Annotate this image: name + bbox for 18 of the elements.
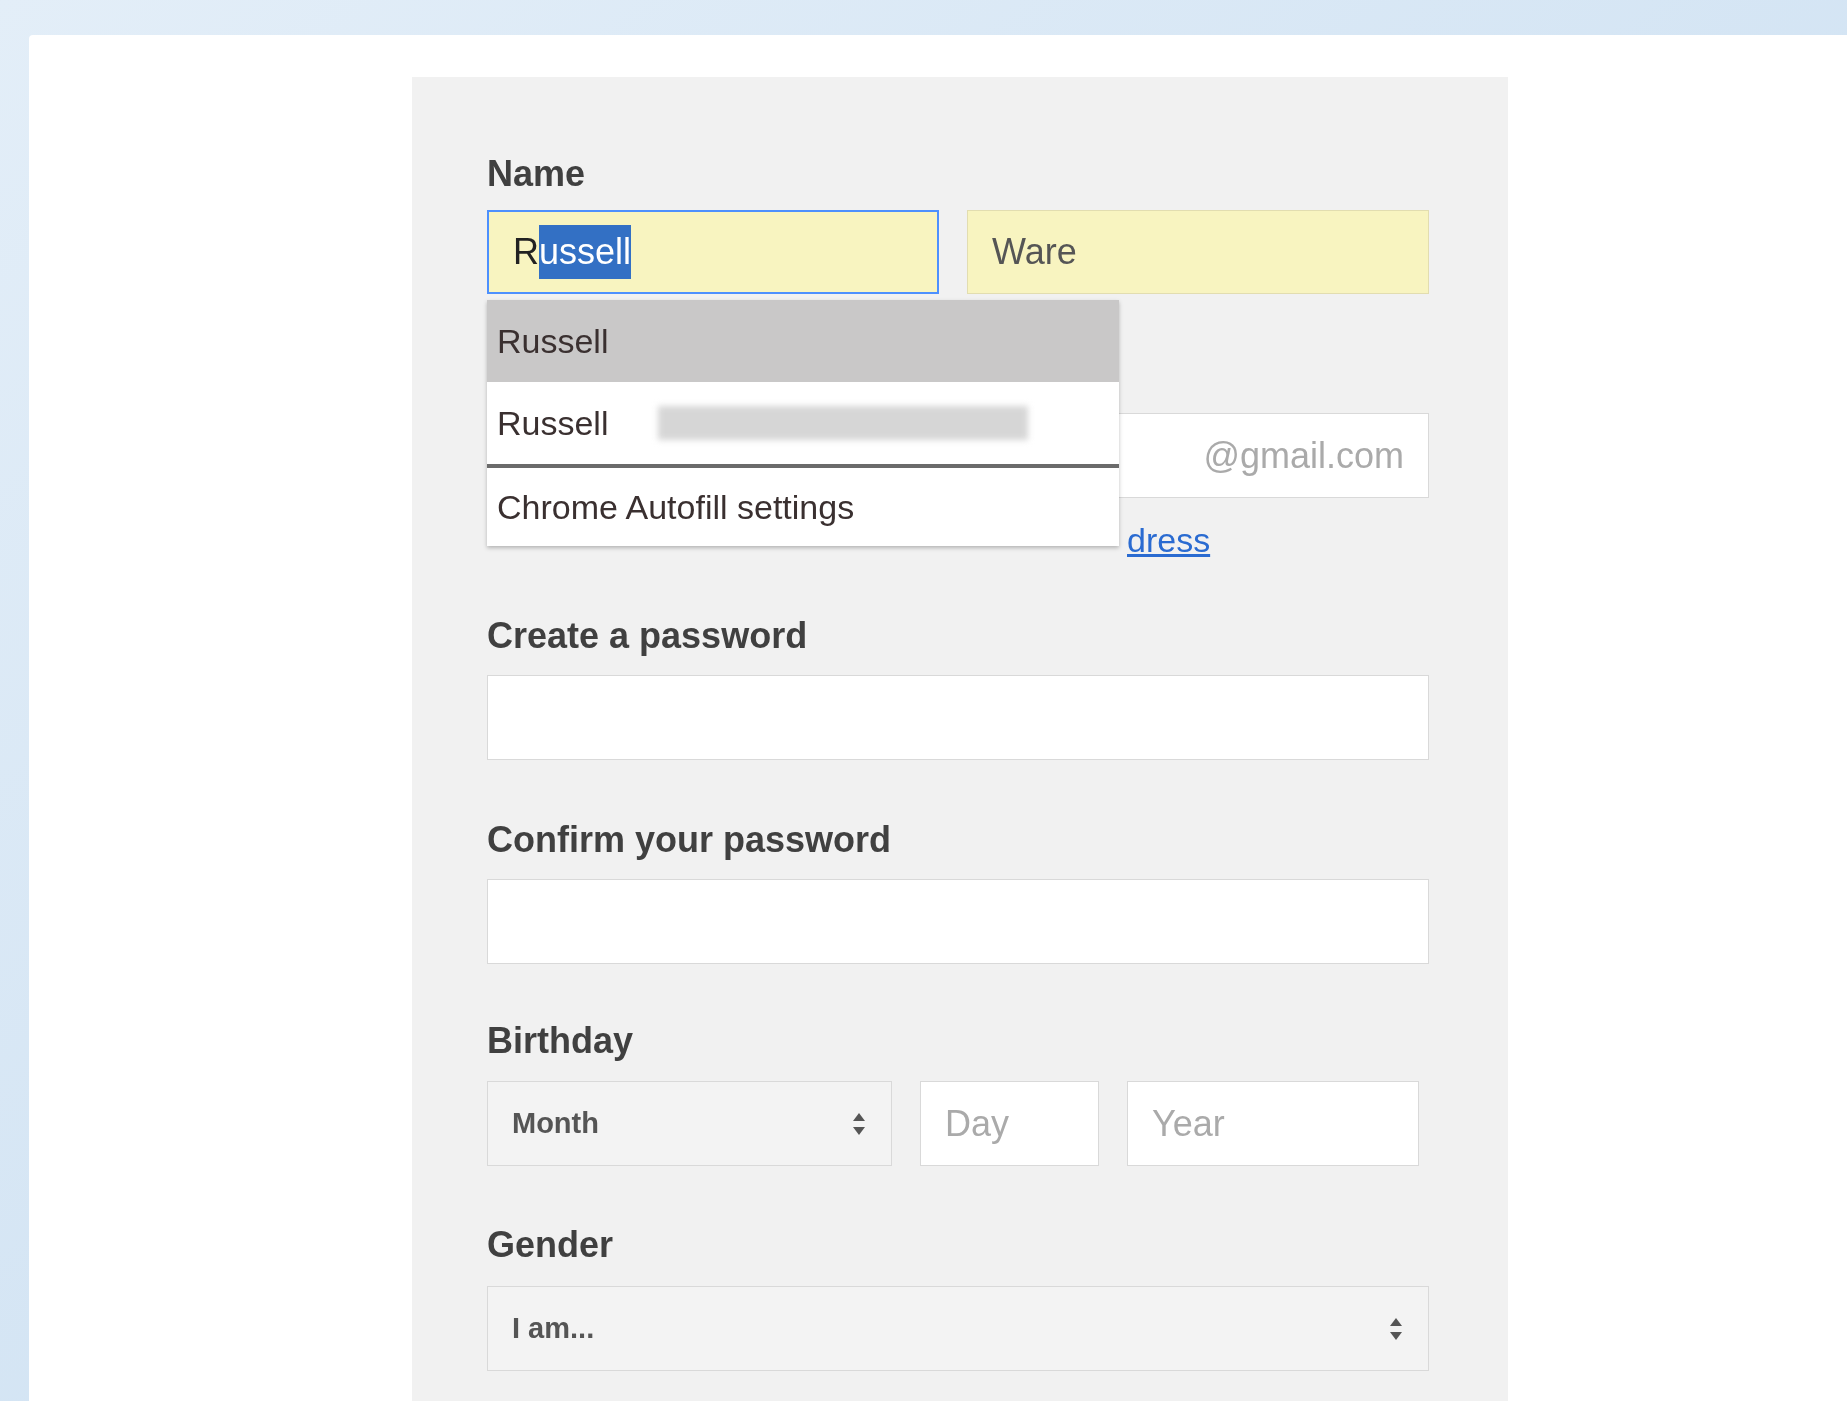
- year-field[interactable]: Year: [1127, 1081, 1419, 1166]
- gender-label: Gender: [487, 1223, 615, 1267]
- autofill-suggestion[interactable]: Russell: [487, 382, 1119, 464]
- name-label: Name: [487, 152, 587, 196]
- password-label: Create a password: [487, 614, 809, 658]
- day-field[interactable]: Day: [920, 1081, 1099, 1166]
- alt-email-link[interactable]: dress: [1127, 521, 1211, 559]
- gmail-suffix: @gmail.com: [1203, 433, 1404, 478]
- first-name-field[interactable]: Russell: [487, 210, 939, 294]
- gender-select[interactable]: I am...: [487, 1286, 1429, 1371]
- confirm-password-field[interactable]: [487, 879, 1429, 964]
- last-name-field[interactable]: Ware: [967, 210, 1429, 294]
- confirm-password-label: Confirm your password: [487, 818, 893, 862]
- autofill-settings-item[interactable]: Chrome Autofill settings: [487, 464, 1119, 546]
- autofill-suggestion[interactable]: Russell: [487, 300, 1119, 382]
- password-field[interactable]: [487, 675, 1429, 760]
- month-select[interactable]: Month: [487, 1081, 892, 1166]
- birthday-label: Birthday: [487, 1019, 635, 1063]
